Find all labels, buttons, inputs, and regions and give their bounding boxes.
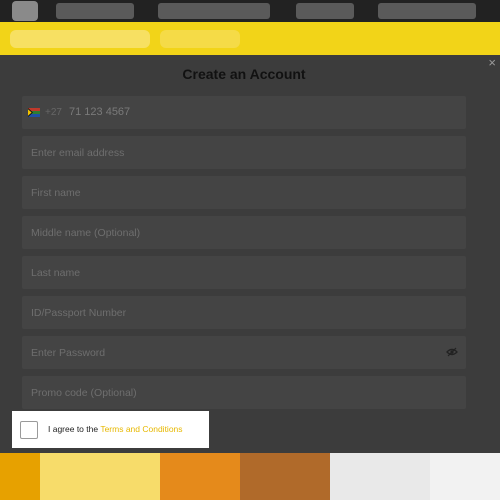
- first-name-field[interactable]: [22, 176, 466, 209]
- background-banner-blur: [10, 30, 150, 48]
- background-promo-panel: [240, 453, 330, 500]
- terms-checkbox[interactable]: [20, 421, 38, 439]
- promo-code-field[interactable]: [22, 376, 466, 409]
- background-nav-item: [378, 3, 476, 19]
- last-name-field[interactable]: [22, 256, 466, 289]
- background-promo-panel: [430, 453, 500, 500]
- background-nav-bar: [0, 0, 500, 22]
- background-promo-panel: [330, 453, 430, 500]
- background-nav-item: [56, 3, 134, 19]
- email-field[interactable]: [22, 136, 466, 169]
- eye-slash-icon[interactable]: [446, 347, 458, 357]
- id-passport-input[interactable]: [22, 296, 466, 329]
- middle-name-input[interactable]: [22, 216, 466, 249]
- password-field[interactable]: [22, 336, 466, 369]
- terms-prefix-text: I agree to the: [48, 424, 99, 434]
- last-name-input[interactable]: [22, 256, 466, 289]
- id-passport-field[interactable]: [22, 296, 466, 329]
- phone-country-code: +27: [45, 107, 62, 118]
- promo-code-input[interactable]: [22, 376, 466, 409]
- middle-name-field[interactable]: [22, 216, 466, 249]
- close-icon[interactable]: ×: [488, 55, 496, 70]
- modal-title: Create an Account: [182, 66, 306, 82]
- phone-field[interactable]: +27 71 123 4567: [22, 96, 466, 129]
- terms-agreement-label: I agree to the Terms and Conditions: [48, 424, 183, 434]
- background-banner-blur: [160, 30, 240, 48]
- create-account-modal: Create an Account × +27 71 123 4567: [0, 55, 500, 453]
- password-input[interactable]: [22, 336, 466, 369]
- terms-agreement-row: I agree to the Terms and Conditions: [12, 411, 209, 448]
- background-promo-panel: [40, 453, 160, 500]
- background-nav-item: [158, 3, 270, 19]
- background-nav-item: [296, 3, 354, 19]
- background-banner: [0, 22, 500, 55]
- email-input[interactable]: [22, 136, 466, 169]
- background-promo-panel: [0, 453, 40, 500]
- phone-input-placeholder[interactable]: 71 123 4567: [69, 106, 130, 118]
- south-africa-flag-icon: [28, 108, 40, 117]
- background-logo: [12, 1, 38, 21]
- background-promo-strip: [0, 453, 500, 500]
- background-promo-panel: [160, 453, 240, 500]
- terms-and-conditions-link[interactable]: Terms and Conditions: [100, 424, 182, 434]
- first-name-input[interactable]: [22, 176, 466, 209]
